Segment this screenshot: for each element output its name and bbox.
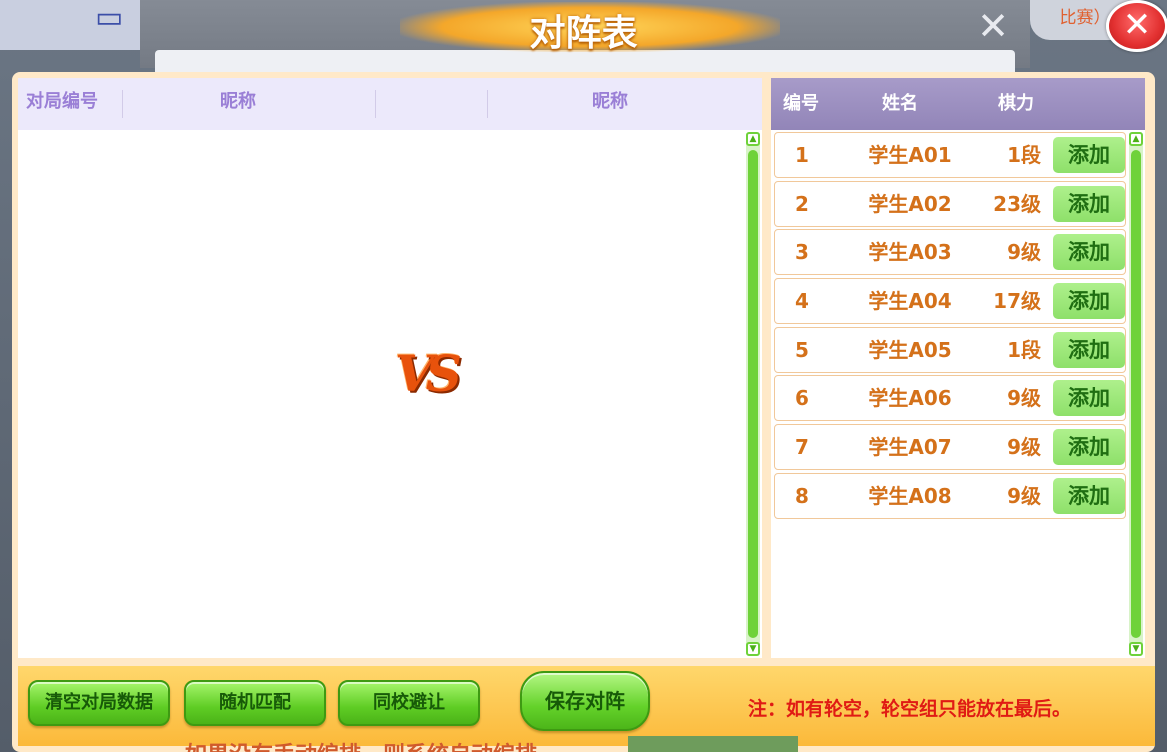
player-rank: 23级 bbox=[993, 192, 1041, 216]
player-name: 学生A04 bbox=[868, 289, 952, 313]
players-scrollbar[interactable]: ▲ ▼ bbox=[1129, 132, 1143, 656]
player-number: 4 bbox=[795, 289, 809, 313]
save-matches-button[interactable]: 保存对阵 bbox=[520, 671, 650, 731]
matches-panel bbox=[18, 78, 762, 658]
header-match-id: 对局编号 bbox=[26, 91, 98, 112]
header-nickname-left: 昵称 bbox=[220, 91, 256, 112]
player-name: 学生A07 bbox=[868, 435, 952, 459]
header-nickname-right: 昵称 bbox=[592, 91, 628, 112]
close-icon[interactable]: ✕ bbox=[1106, 0, 1167, 52]
clear-matches-button[interactable]: 清空对局数据 bbox=[28, 680, 170, 726]
player-number: 1 bbox=[795, 143, 809, 167]
player-rank: 1段 bbox=[1007, 143, 1041, 167]
background-button bbox=[628, 736, 798, 752]
add-player-button[interactable]: 添加 bbox=[1053, 332, 1125, 368]
same-school-avoid-button[interactable]: 同校避让 bbox=[338, 680, 480, 726]
player-rank: 9级 bbox=[1007, 484, 1041, 508]
scroll-down-icon[interactable]: ▼ bbox=[746, 642, 760, 656]
player-name: 学生A08 bbox=[868, 484, 952, 508]
x-icon: ✕ bbox=[977, 4, 1009, 48]
player-name: 学生A06 bbox=[868, 386, 952, 410]
player-number: 2 bbox=[795, 192, 809, 216]
scroll-down-icon[interactable]: ▼ bbox=[1129, 642, 1143, 656]
random-match-button[interactable]: 随机匹配 bbox=[184, 680, 326, 726]
player-number: 8 bbox=[795, 484, 809, 508]
player-name: 学生A05 bbox=[868, 338, 952, 362]
matches-scrollbar[interactable]: ▲ ▼ bbox=[746, 132, 760, 656]
matches-header bbox=[18, 78, 762, 130]
scroll-up-icon[interactable]: ▲ bbox=[1129, 132, 1143, 146]
player-number: 3 bbox=[795, 240, 809, 264]
bye-note: 注：如有轮空，轮空组只能放在最后。 bbox=[748, 698, 1072, 720]
player-row: 2 学生A02 23级 添加 bbox=[774, 181, 1126, 227]
add-player-button[interactable]: 添加 bbox=[1053, 234, 1125, 270]
header-name: 姓名 bbox=[882, 93, 918, 114]
header-divider bbox=[122, 90, 123, 118]
player-rank: 9级 bbox=[1007, 240, 1041, 264]
player-row: 5 学生A05 1段 添加 bbox=[774, 327, 1126, 373]
player-row: 6 学生A06 9级 添加 bbox=[774, 375, 1126, 421]
header-divider bbox=[375, 90, 376, 118]
header-strength: 棋力 bbox=[998, 93, 1034, 114]
add-player-button[interactable]: 添加 bbox=[1053, 137, 1125, 173]
player-row: 4 学生A04 17级 添加 bbox=[774, 278, 1126, 324]
player-rank: 1段 bbox=[1007, 338, 1041, 362]
scroll-thumb[interactable] bbox=[1131, 150, 1141, 638]
player-number: 5 bbox=[795, 338, 809, 362]
player-rank: 9级 bbox=[1007, 435, 1041, 459]
add-player-button[interactable]: 添加 bbox=[1053, 429, 1125, 465]
player-name: 学生A02 bbox=[868, 192, 952, 216]
vs-icon: VS bbox=[395, 344, 462, 403]
player-rank: 9级 bbox=[1007, 386, 1041, 410]
background-bottom-text: 如果没有手动编排，则系统自动编排 bbox=[185, 737, 537, 752]
player-number: 6 bbox=[795, 386, 809, 410]
add-player-button[interactable]: 添加 bbox=[1053, 283, 1125, 319]
players-header bbox=[771, 78, 1145, 130]
player-row: 8 学生A08 9级 添加 bbox=[774, 473, 1126, 519]
add-player-button[interactable]: 添加 bbox=[1053, 478, 1125, 514]
player-row: 7 学生A07 9级 添加 bbox=[774, 424, 1126, 470]
add-player-button[interactable]: 添加 bbox=[1053, 380, 1125, 416]
scroll-thumb[interactable] bbox=[748, 150, 758, 638]
player-row: 3 学生A03 9级 添加 bbox=[774, 229, 1126, 275]
add-player-button[interactable]: 添加 bbox=[1053, 186, 1125, 222]
player-name: 学生A03 bbox=[868, 240, 952, 264]
player-name: 学生A01 bbox=[868, 143, 952, 167]
player-rank: 17级 bbox=[993, 289, 1041, 313]
header-divider bbox=[487, 90, 488, 118]
header-number: 编号 bbox=[783, 93, 819, 114]
scroll-up-icon[interactable]: ▲ bbox=[746, 132, 760, 146]
player-row: 1 学生A01 1段 添加 bbox=[774, 132, 1126, 178]
player-number: 7 bbox=[795, 435, 809, 459]
